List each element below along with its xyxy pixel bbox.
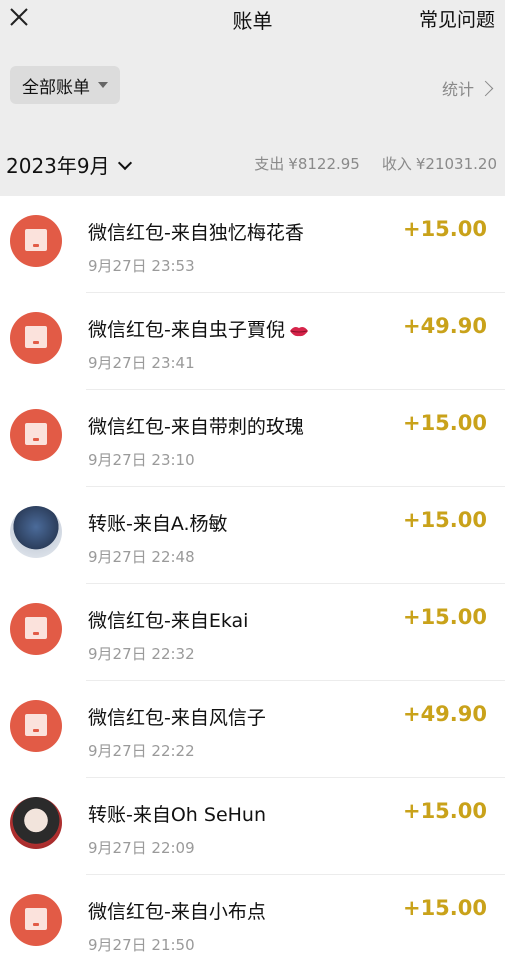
transaction-time: 9月27日 21:50 — [88, 936, 195, 954]
red-packet-icon — [10, 409, 62, 461]
expense-label: 支出 — [254, 155, 285, 173]
transaction-time: 9月27日 23:41 — [88, 354, 195, 372]
transaction-title: 微信红包-来自虫子賈倪 — [88, 319, 285, 341]
all-bills-filter-button[interactable]: 全部账单 — [10, 66, 120, 104]
month-summary: 支出 ¥8122.95 收入 ¥21031.20 — [250, 153, 497, 174]
chevron-right-icon — [477, 80, 494, 97]
transaction-title: 转账-来自A.杨敏 — [88, 513, 228, 535]
red-packet-icon — [10, 603, 62, 655]
transaction-time: 9月27日 22:09 — [88, 839, 195, 857]
top-bar: 账单 常见问题 — [0, 0, 505, 40]
transaction-title: 转账-来自Oh SeHun — [88, 804, 267, 826]
chevron-down-icon — [117, 155, 132, 170]
transaction-row[interactable]: 转账-来自A.杨敏 9月27日 22:48 +15.00 — [0, 487, 505, 584]
transaction-title: 微信红包-来自独忆梅花香 — [88, 222, 304, 244]
transaction-time: 9月27日 22:32 — [88, 645, 195, 663]
transaction-row[interactable]: 微信红包-来自带刺的玫瑰 9月27日 23:10 +15.00 — [0, 390, 505, 487]
transaction-time: 9月27日 22:48 — [88, 548, 195, 566]
bill-page: 账单 常见问题 全部账单 统计 2023年9月 支出 ¥8122.95 收入 ¥210… — [0, 0, 505, 970]
lips-emoji-icon — [289, 326, 308, 336]
transaction-title: 微信红包-来自Ekai — [88, 610, 249, 632]
transaction-amount: +15.00 — [402, 217, 487, 241]
transaction-row[interactable]: 微信红包-来自风信子 9月27日 22:22 +49.90 — [0, 681, 505, 778]
stats-label: 统计 — [441, 80, 474, 99]
transaction-amount: +15.00 — [402, 411, 487, 435]
transaction-amount: +15.00 — [402, 605, 487, 629]
month-selector[interactable]: 2023年9月 — [6, 150, 132, 179]
red-packet-icon — [10, 215, 62, 267]
stats-link[interactable]: 统计 — [441, 76, 494, 100]
transaction-amount: +15.00 — [402, 799, 487, 823]
transaction-title: 微信红包-来自带刺的玫瑰 — [88, 416, 304, 438]
transaction-amount: +49.90 — [402, 702, 487, 726]
transaction-amount: +15.00 — [402, 896, 487, 920]
transaction-row[interactable]: 微信红包-来自小布点 9月27日 21:50 +15.00 — [0, 875, 505, 970]
transaction-amount: +49.90 — [402, 314, 487, 338]
transaction-title-wrap: 微信红包-来自虫子賈倪 — [88, 315, 309, 342]
red-packet-icon — [10, 700, 62, 752]
user-avatar — [10, 797, 62, 849]
income-label: 收入 — [381, 155, 412, 173]
transaction-row[interactable]: 转账-来自Oh SeHun 9月27日 22:09 +15.00 — [0, 778, 505, 875]
red-packet-icon — [10, 894, 62, 946]
transaction-time: 9月27日 22:22 — [88, 742, 195, 760]
transaction-row[interactable]: 微信红包-来自独忆梅花香 9月27日 23:53 +15.00 — [0, 196, 505, 293]
transaction-row[interactable]: 微信红包-来自Ekai 9月27日 22:32 +15.00 — [0, 584, 505, 681]
transaction-row[interactable]: 微信红包-来自虫子賈倪 9月27日 23:41 +49.90 — [0, 293, 505, 390]
month-label: 2023年9月 — [6, 154, 110, 178]
filter-label: 全部账单 — [22, 77, 90, 98]
transaction-time: 9月27日 23:53 — [88, 257, 195, 275]
caret-down-icon — [98, 82, 108, 88]
transaction-time: 9月27日 23:10 — [88, 451, 195, 469]
user-avatar — [10, 506, 62, 558]
expense-value: ¥8122.95 — [288, 155, 360, 173]
red-packet-icon — [10, 312, 62, 364]
faq-link[interactable]: 常见问题 — [419, 5, 495, 32]
transaction-title: 微信红包-来自风信子 — [88, 707, 266, 729]
income-value: ¥21031.20 — [415, 155, 497, 173]
transaction-amount: +15.00 — [402, 508, 487, 532]
transaction-list: 微信红包-来自独忆梅花香 9月27日 23:53 +15.00 微信红包-来自虫… — [0, 196, 505, 970]
transaction-title: 微信红包-来自小布点 — [88, 901, 266, 923]
